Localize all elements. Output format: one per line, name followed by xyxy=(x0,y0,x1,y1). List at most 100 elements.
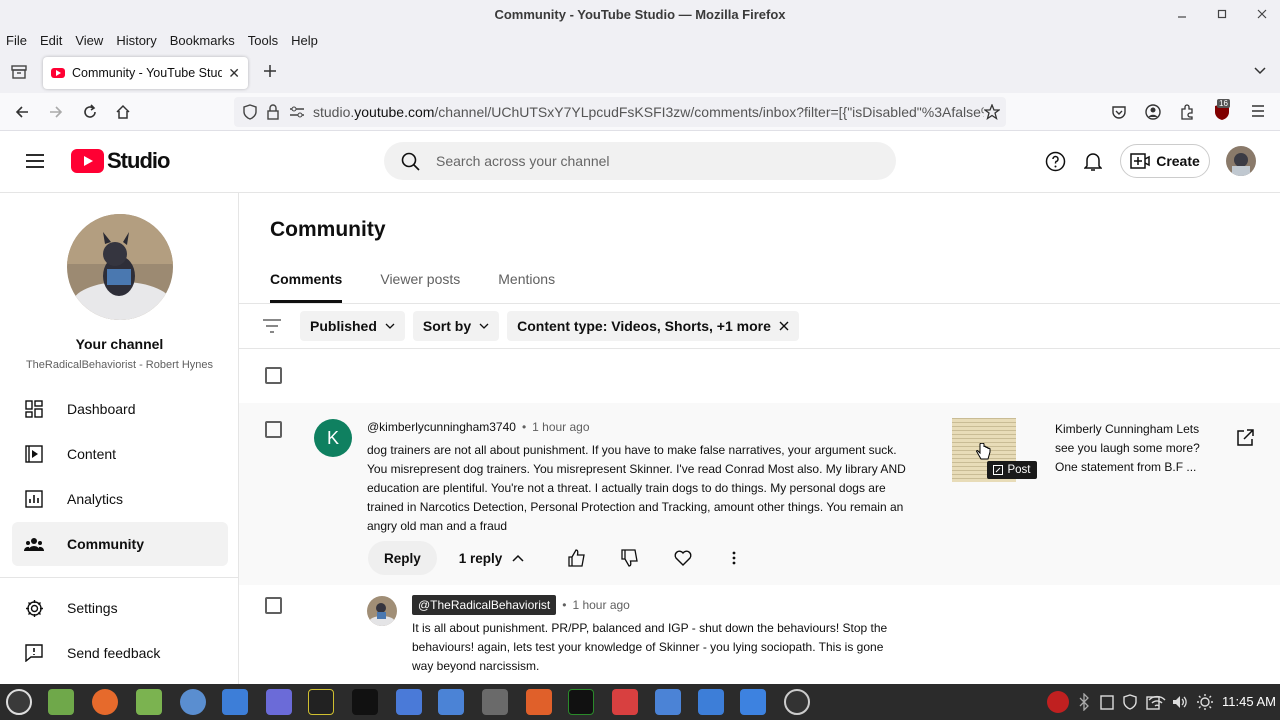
thumbs-up-icon[interactable] xyxy=(568,549,586,567)
bluetooth-icon[interactable] xyxy=(1079,693,1089,711)
tab-list-chevron-icon[interactable] xyxy=(1253,66,1267,76)
notes-icon[interactable] xyxy=(266,689,292,715)
commenter-avatar[interactable]: K xyxy=(314,419,352,457)
menu-view[interactable]: View xyxy=(69,33,110,48)
tab-comments[interactable]: Comments xyxy=(270,271,343,303)
channel-avatar[interactable] xyxy=(67,214,173,320)
clipboard-icon[interactable] xyxy=(1100,694,1114,710)
minimize-icon[interactable] xyxy=(1174,6,1190,22)
sidebar-item-label: Settings xyxy=(67,600,118,616)
tab-viewer-posts[interactable]: Viewer posts xyxy=(380,271,460,303)
wifi-icon[interactable] xyxy=(1148,694,1166,710)
remove-filter-icon[interactable] xyxy=(779,321,789,331)
url-bar[interactable]: studio.youtube.com/channel/UChUTSxY7YLpc… xyxy=(234,97,1006,127)
studio-logo[interactable]: Studio xyxy=(71,148,170,174)
accessibility-icon[interactable] xyxy=(740,689,766,715)
published-filter-chip[interactable]: Published xyxy=(300,311,405,341)
menu-icon[interactable] xyxy=(26,153,44,169)
maximize-icon[interactable] xyxy=(1214,6,1230,22)
comment-author[interactable]: @kimberlycunningham3740 xyxy=(367,420,516,434)
camera-icon[interactable] xyxy=(655,689,681,715)
document-icon[interactable] xyxy=(698,689,724,715)
forward-icon[interactable] xyxy=(48,104,64,120)
bookmark-star-icon[interactable] xyxy=(984,104,1000,120)
reply-author[interactable]: @TheRadicalBehaviorist xyxy=(412,595,557,615)
sidebar-item-analytics[interactable]: Analytics xyxy=(12,477,228,521)
post-preview-text[interactable]: Kimberly Cunningham Lets see you laugh s… xyxy=(1055,420,1210,477)
search-box[interactable]: Search across your channel xyxy=(384,142,896,180)
filter-icon[interactable] xyxy=(262,318,282,334)
taskbar-clock[interactable]: 11:45 AM xyxy=(1222,694,1276,709)
heart-icon[interactable] xyxy=(674,550,692,566)
gear-icon xyxy=(24,598,44,618)
tab-mentions[interactable]: Mentions xyxy=(498,271,555,303)
terminal-icon[interactable] xyxy=(352,689,378,715)
open-external-icon[interactable] xyxy=(1236,429,1254,447)
menu-bookmarks[interactable]: Bookmarks xyxy=(164,33,242,48)
tab-overview-icon[interactable] xyxy=(11,65,27,79)
pocket-icon[interactable] xyxy=(1111,104,1127,120)
content-type-chip[interactable]: Content type: Videos, Shorts, +1 more xyxy=(507,311,799,341)
obs-icon[interactable] xyxy=(1047,691,1069,713)
lock-icon[interactable] xyxy=(267,104,279,120)
browser-tab-active[interactable]: Community - YouTube Studi ✕ xyxy=(43,57,248,89)
help-icon[interactable] xyxy=(1045,151,1066,172)
account-icon[interactable] xyxy=(1145,104,1161,120)
comment-checkbox[interactable] xyxy=(265,421,282,438)
create-button[interactable]: Create xyxy=(1120,144,1210,178)
url-text[interactable]: studio.youtube.com/channel/UChUTSxY7YLpc… xyxy=(313,104,984,120)
select-all-checkbox[interactable] xyxy=(265,367,282,384)
thumbs-down-icon[interactable] xyxy=(621,549,639,567)
chromium-icon[interactable] xyxy=(180,689,206,715)
brightness-icon[interactable] xyxy=(1196,693,1214,711)
firefox-icon[interactable] xyxy=(92,689,118,715)
mail-icon[interactable] xyxy=(396,689,422,715)
reply-time[interactable]: 1 hour ago xyxy=(572,598,629,612)
menu-history[interactable]: History xyxy=(110,33,163,48)
folder-icon[interactable] xyxy=(136,689,162,715)
reply-button[interactable]: Reply xyxy=(368,541,437,575)
files-icon[interactable] xyxy=(48,689,74,715)
notifications-bell-icon[interactable] xyxy=(1084,151,1102,172)
toggle-replies-button[interactable]: 1 reply xyxy=(459,551,525,566)
menu-file[interactable]: File xyxy=(0,33,34,48)
security-shield-icon[interactable] xyxy=(1123,694,1137,710)
extensions-icon[interactable] xyxy=(1179,104,1195,120)
menu-bar: File Edit View History Bookmarks Tools H… xyxy=(0,29,1280,51)
shield-icon[interactable] xyxy=(243,104,257,120)
brave-icon[interactable] xyxy=(526,689,552,715)
sidebar-item-settings[interactable]: Settings xyxy=(12,586,228,630)
account-avatar[interactable] xyxy=(1226,146,1256,176)
sound-recorder-icon[interactable] xyxy=(482,689,508,715)
search-input[interactable]: Search across your channel xyxy=(436,153,610,169)
start-menu-icon[interactable] xyxy=(6,689,32,715)
volume-icon[interactable] xyxy=(1172,694,1188,710)
sidebar-item-content[interactable]: Content xyxy=(12,432,228,476)
sidebar-item-community[interactable]: Community xyxy=(12,522,228,566)
menu-help[interactable]: Help xyxy=(285,33,325,48)
sidebar-item-send-feedback[interactable]: Send feedback xyxy=(12,631,228,675)
back-icon[interactable] xyxy=(14,104,30,120)
new-tab-icon[interactable] xyxy=(262,63,278,79)
more-options-icon[interactable] xyxy=(732,551,736,565)
comment-time[interactable]: 1 hour ago xyxy=(532,420,589,434)
hamburger-menu-icon[interactable] xyxy=(1251,104,1265,118)
reader-icon[interactable] xyxy=(612,689,638,715)
sidebar-item-dashboard[interactable]: Dashboard xyxy=(12,387,228,431)
reply-checkbox[interactable] xyxy=(265,597,282,614)
menu-tools[interactable]: Tools xyxy=(242,33,285,48)
home-icon[interactable] xyxy=(115,104,131,120)
system-monitor-icon[interactable] xyxy=(308,689,334,715)
reload-icon[interactable] xyxy=(82,104,98,120)
ublock-icon[interactable]: 16 xyxy=(1213,99,1231,121)
timer-icon[interactable] xyxy=(784,689,810,715)
menu-edit[interactable]: Edit xyxy=(34,33,69,48)
text-editor-icon[interactable] xyxy=(222,689,248,715)
sort-by-chip[interactable]: Sort by xyxy=(412,311,500,341)
close-tab-icon[interactable]: ✕ xyxy=(228,65,240,82)
close-window-icon[interactable] xyxy=(1254,6,1270,22)
reply-avatar[interactable] xyxy=(367,596,397,626)
activity-monitor-icon[interactable] xyxy=(568,689,594,715)
permissions-icon[interactable] xyxy=(289,105,305,119)
screenshot-icon[interactable] xyxy=(438,689,464,715)
